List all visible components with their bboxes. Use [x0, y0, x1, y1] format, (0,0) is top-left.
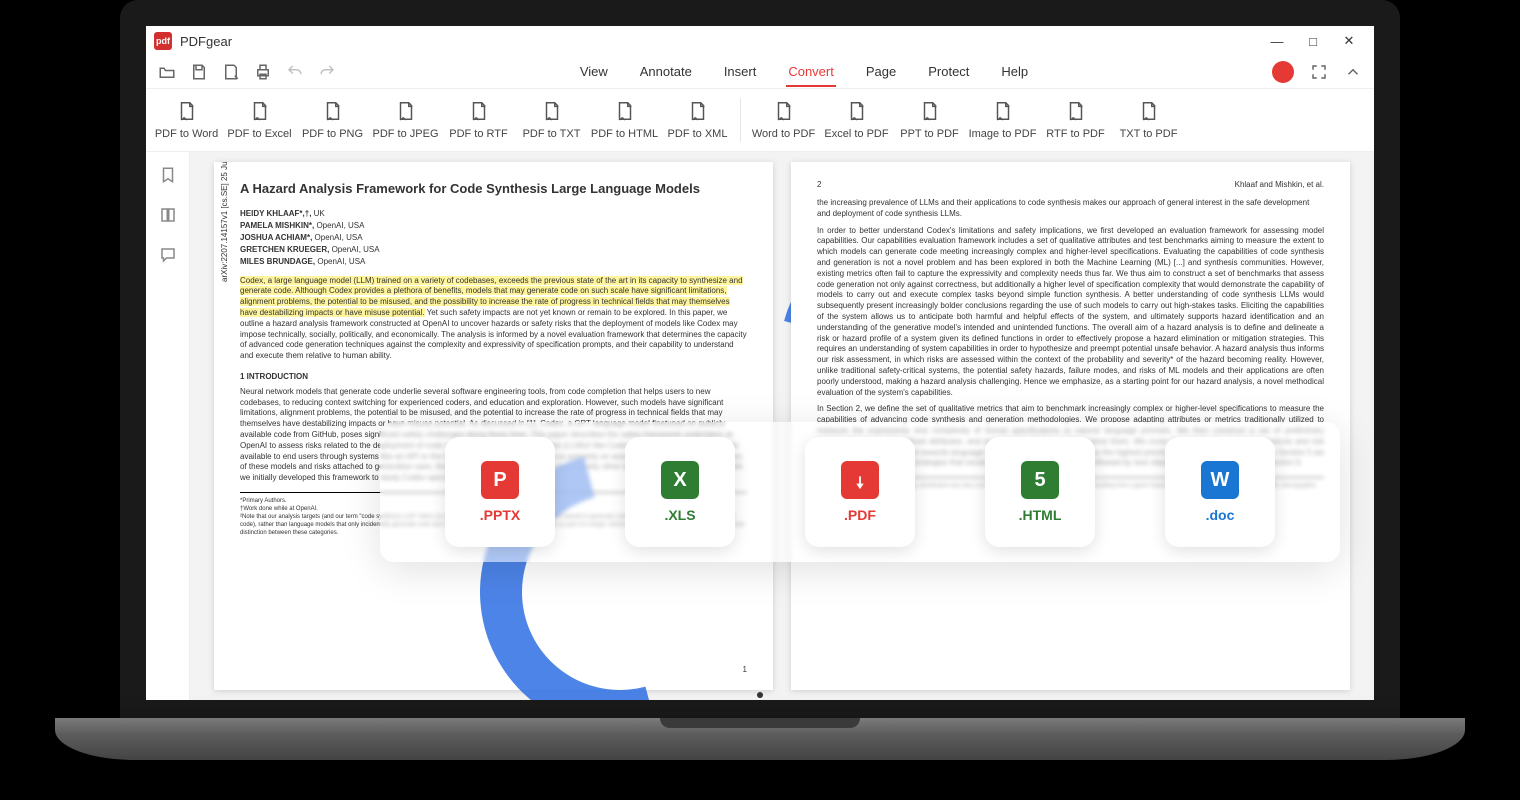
- abstract: Codex, a large language model (LLM) trai…: [240, 276, 747, 362]
- ribbon-excel-to-pdf[interactable]: Excel to PDF: [820, 90, 893, 150]
- ribbon-pdf-to-excel[interactable]: PDF to Excel: [223, 90, 296, 150]
- format-card-pptx: P.PPTX: [445, 437, 555, 547]
- ribbon-separator: [740, 98, 741, 142]
- page2-para: In order to better understand Codex's li…: [817, 226, 1324, 399]
- bookmark-icon[interactable]: [159, 166, 177, 184]
- laptop-base: [55, 718, 1465, 760]
- save-icon[interactable]: [190, 63, 208, 81]
- conversion-cards-overlay: P.PPTX X.XLS .PDF 5.HTML W.doc: [380, 422, 1340, 562]
- ribbon-pdf-to-txt[interactable]: PDF to TXT: [515, 90, 588, 150]
- running-header: Khlaaf and Mishkin, et al.: [1235, 180, 1324, 191]
- ribbon-ppt-to-pdf[interactable]: PPT to PDF: [893, 90, 966, 150]
- close-button[interactable]: ✕: [1342, 34, 1356, 48]
- author-list: HEIDY KHLAAF*,†, UKPAMELA MISHKIN*, Open…: [240, 208, 747, 268]
- page-number: 1: [743, 665, 747, 676]
- menu-bar: View Annotate Insert Convert Page Protect Help: [578, 58, 1030, 87]
- ribbon-txt-to-pdf[interactable]: TXT to PDF: [1112, 90, 1185, 150]
- ribbon-pdf-to-xml[interactable]: PDF to XML: [661, 90, 734, 150]
- menu-page[interactable]: Page: [864, 58, 898, 87]
- menu-help[interactable]: Help: [999, 58, 1030, 87]
- ribbon-pdf-to-word[interactable]: PDF to Word: [150, 90, 223, 150]
- menu-protect[interactable]: Protect: [926, 58, 971, 87]
- ribbon-pdf-to-jpeg[interactable]: PDF to JPEG: [369, 90, 442, 150]
- title-bar: pdf PDFgear — □ ✕: [146, 26, 1374, 56]
- page-number: 2: [817, 180, 821, 191]
- sidebar: [146, 152, 190, 700]
- app-icon: pdf: [154, 32, 172, 50]
- ribbon-rtf-to-pdf[interactable]: RTF to PDF: [1039, 90, 1112, 150]
- ribbon-word-to-pdf[interactable]: Word to PDF: [747, 90, 820, 150]
- maximize-button[interactable]: □: [1306, 34, 1320, 48]
- format-card-pdf: .PDF: [805, 437, 915, 547]
- thumbnails-icon[interactable]: [159, 206, 177, 224]
- menu-annotate[interactable]: Annotate: [638, 58, 694, 87]
- print-icon[interactable]: [254, 63, 272, 81]
- save-as-icon[interactable]: [222, 63, 240, 81]
- menu-insert[interactable]: Insert: [722, 58, 759, 87]
- ribbon-image-to-pdf[interactable]: Image to PDF: [966, 90, 1039, 150]
- main-area: arXiv:2207.14157v1 [cs.SE] 25 Jul 2022 A…: [146, 152, 1374, 700]
- format-card-xls: X.XLS: [625, 437, 735, 547]
- menu-convert[interactable]: Convert: [786, 58, 836, 87]
- undo-icon[interactable]: [286, 63, 304, 81]
- ribbon-pdf-to-png[interactable]: PDF to PNG: [296, 90, 369, 150]
- collapse-ribbon-icon[interactable]: [1344, 63, 1362, 81]
- fullscreen-icon[interactable]: [1310, 63, 1328, 81]
- menu-view[interactable]: View: [578, 58, 610, 87]
- comment-icon[interactable]: [159, 246, 177, 264]
- page2-para: the increasing prevalence of LLMs and th…: [817, 198, 1324, 220]
- ribbon-pdf-to-html[interactable]: PDF to HTML: [588, 90, 661, 150]
- document-viewport[interactable]: arXiv:2207.14157v1 [cs.SE] 25 Jul 2022 A…: [190, 152, 1374, 700]
- minimize-button[interactable]: —: [1270, 34, 1284, 48]
- format-card-doc: W.doc: [1165, 437, 1275, 547]
- paper-title: A Hazard Analysis Framework for Code Syn…: [240, 180, 747, 198]
- app-title: PDFgear: [180, 34, 232, 49]
- user-avatar[interactable]: [1272, 61, 1294, 83]
- ribbon-pdf-to-rtf[interactable]: PDF to RTF: [442, 90, 515, 150]
- arxiv-watermark: arXiv:2207.14157v1 [cs.SE] 25 Jul 2022: [220, 162, 231, 282]
- format-card-html: 5.HTML: [985, 437, 1095, 547]
- redo-icon[interactable]: [318, 63, 336, 81]
- section-heading: 1 INTRODUCTION: [240, 372, 747, 383]
- laptop-camera: [757, 692, 763, 698]
- quick-toolbar: View Annotate Insert Convert Page Protect Help: [146, 56, 1374, 88]
- open-icon[interactable]: [158, 63, 176, 81]
- ribbon-convert: PDF to WordPDF to ExcelPDF to PNGPDF to …: [146, 88, 1374, 152]
